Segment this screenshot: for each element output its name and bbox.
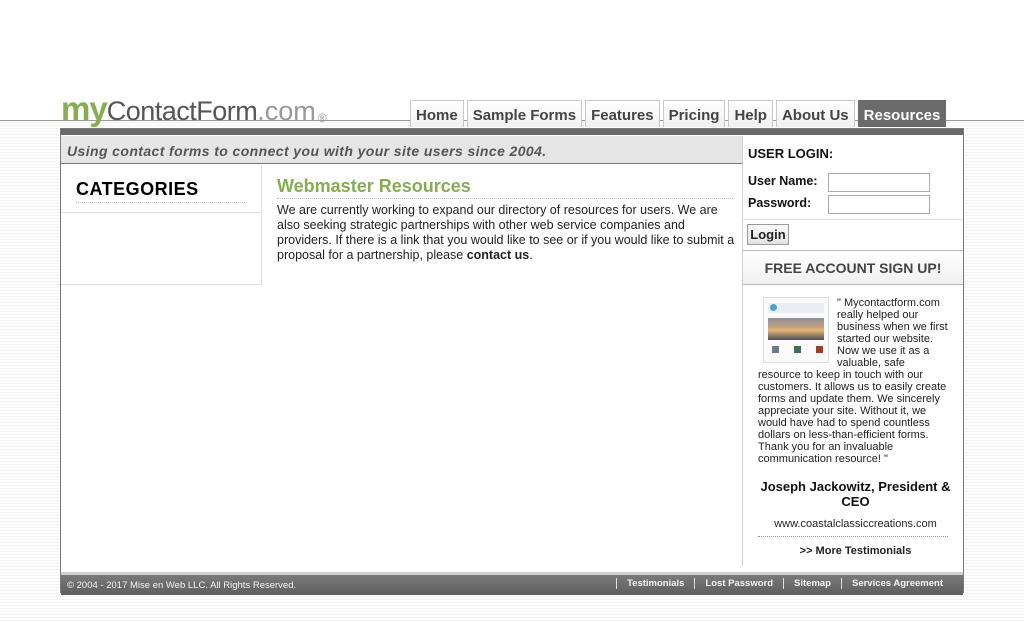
tab-home[interactable]: Home <box>410 100 464 127</box>
footer-link-services-agreement[interactable]: Services Agreement <box>840 578 953 589</box>
intro-paragraph: We are currently working to expand our d… <box>277 203 735 263</box>
contact-us-link[interactable]: contact us <box>467 248 530 262</box>
password-label: Password: <box>748 196 812 210</box>
thumbnail-swatch <box>772 346 779 353</box>
login-button[interactable]: Login <box>747 224 789 245</box>
username-input[interactable] <box>828 173 930 192</box>
thumbnail-logo <box>770 304 777 311</box>
right-sidebar: USER LOGIN: User Name: Password: Login F… <box>742 136 963 566</box>
tab-pricing[interactable]: Pricing <box>662 100 726 127</box>
tab-help[interactable]: Help <box>728 100 773 127</box>
copyright: © 2004 - 2017 Mise en Web LLC. All Right… <box>67 580 297 591</box>
footer-link-sitemap[interactable]: Sitemap <box>783 578 841 589</box>
footer-link-testimonials[interactable]: Testimonials <box>616 578 694 589</box>
categories-header: CATEGORIES <box>61 165 261 213</box>
thumbnail-swatch <box>794 346 801 353</box>
thumbnail-sunset-image <box>768 318 824 340</box>
thumbnail-swatch <box>816 346 823 353</box>
registered-mark: ® <box>317 111 327 125</box>
dotted-divider <box>758 536 948 537</box>
logo-dotcom: .com <box>257 96 316 126</box>
logo-contactform: ContactForm <box>106 96 258 126</box>
main-content: Webmaster Resources We are currently wor… <box>277 176 735 263</box>
footer-link-lost-password[interactable]: Lost Password <box>694 578 783 589</box>
page-title: Webmaster Resources <box>277 176 733 199</box>
tab-features[interactable]: Features <box>585 100 660 127</box>
testimonial-site-url: www.coastalclassiccreations.com <box>774 518 937 530</box>
tab-sample-forms[interactable]: Sample Forms <box>466 100 583 127</box>
login-divider <box>743 219 963 220</box>
password-input[interactable] <box>828 195 930 214</box>
main-frame: Using contact forms to connect you with … <box>60 128 964 595</box>
tagline: Using contact forms to connect you with … <box>61 136 742 164</box>
testimonial: " Mycontactform.com really helped our bu… <box>758 297 950 465</box>
tab-about-us[interactable]: About Us <box>775 100 855 127</box>
testimonial-site-thumbnail <box>763 297 829 363</box>
tab-resources[interactable]: Resources <box>857 100 947 127</box>
frame-top-bar <box>61 129 963 135</box>
username-label: User Name: <box>748 174 818 188</box>
categories-title: CATEGORIES <box>76 179 245 203</box>
categories-panel: CATEGORIES <box>61 165 262 285</box>
login-title: USER LOGIN: <box>748 146 834 161</box>
more-testimonials-link[interactable]: >> More Testimonials <box>753 545 958 557</box>
site-logo[interactable]: myContactForm.com ® <box>61 90 327 127</box>
logo-my: my <box>61 90 108 127</box>
free-signup-button[interactable]: FREE ACCOUNT SIGN UP! <box>743 250 963 285</box>
footer: © 2004 - 2017 Mise en Web LLC. All Right… <box>61 572 963 595</box>
main-nav: Home Sample Forms Features Pricing Help … <box>410 100 947 128</box>
testimonial-author: Joseph Jackowitz, President & CEO <box>760 479 951 509</box>
intro-end: . <box>529 248 533 262</box>
footer-links: Testimonials Lost Password Sitemap Servi… <box>616 578 953 589</box>
